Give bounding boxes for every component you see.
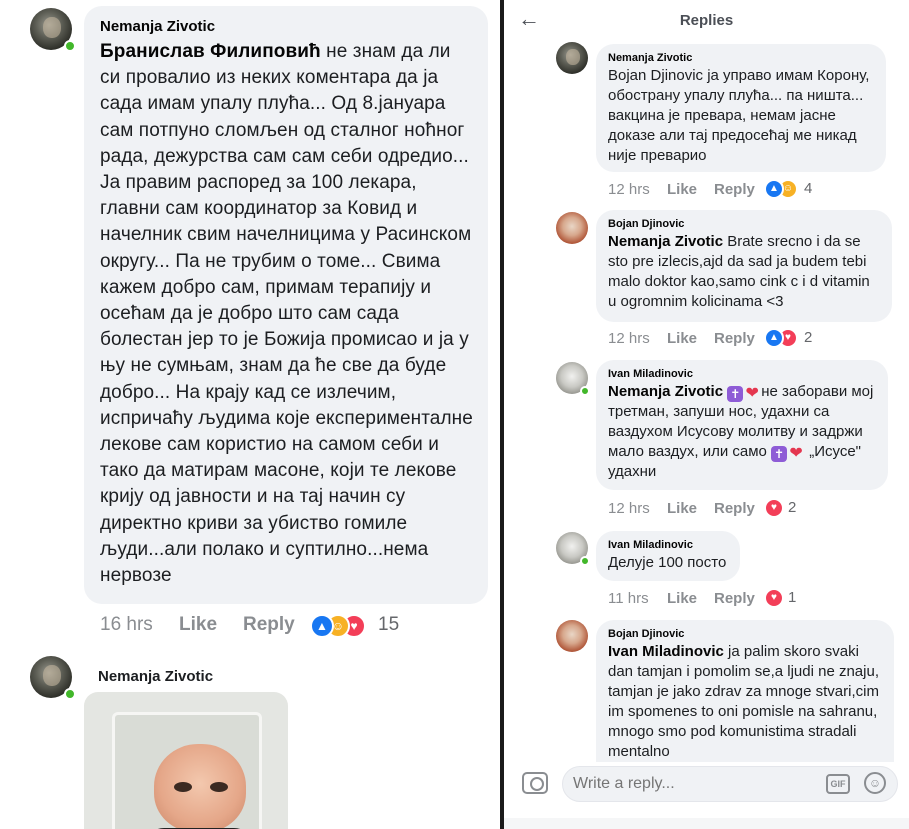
reply-time[interactable]: 12 hrs: [608, 330, 650, 347]
comment-image[interactable]: [84, 692, 288, 829]
tagged-user[interactable]: Ivan Miladinovic: [608, 643, 724, 660]
like-button[interactable]: Like: [667, 500, 697, 517]
reaction-summary[interactable]: ▲ ☺ ♥ 15: [310, 614, 430, 638]
reply-text: Bojan Djinovic ја управо имам Корону, об…: [608, 67, 870, 164]
reply-button[interactable]: Reply: [714, 330, 755, 347]
reply-composer: GIF ☺: [504, 762, 909, 810]
replies-panel: ← Replies Nemanja Zivotic Bojan Djinovic…: [504, 0, 909, 829]
reply-text: Ivan Miladinovic ja palim skoro svaki da…: [608, 642, 882, 762]
page-title: Replies: [679, 12, 734, 29]
reaction-count: 15: [378, 614, 400, 635]
reply-button[interactable]: Reply: [714, 500, 755, 517]
comment-body: не знам да ли си провалио из неких комен…: [100, 41, 473, 587]
like-button[interactable]: Like: [667, 181, 697, 198]
tagged-user[interactable]: Бранислав Филиповић: [100, 41, 321, 62]
reply-text: Nemanja Zivotic Brate srecno i da se sto…: [608, 232, 880, 312]
comment-time[interactable]: 16 hrs: [100, 614, 153, 636]
like-button[interactable]: Like: [179, 614, 217, 636]
reply-button[interactable]: Reply: [243, 614, 295, 636]
avatar[interactable]: [556, 212, 588, 244]
reply-time[interactable]: 11 hrs: [608, 590, 649, 607]
tagged-user[interactable]: Nemanja Zivotic: [608, 383, 723, 400]
reaction-summary[interactable]: ♥ 2: [764, 498, 824, 522]
reply-bubble: Bojan Djinovic Nemanja Zivotic Brate sre…: [596, 210, 892, 322]
eye-shape: [174, 782, 192, 792]
heart-emoji-icon: ❤: [745, 385, 759, 402]
reply-author[interactable]: Bojan Djinovic: [608, 218, 880, 230]
reply-meta: 12 hrs Like Reply: [504, 181, 909, 201]
comment-author[interactable]: Nemanja Zivotic: [100, 18, 474, 35]
reply-bubble: Nemanja Zivotic Bojan Djinovic ја управо…: [596, 44, 886, 172]
online-status-dot: [64, 40, 76, 52]
online-status-dot: [580, 556, 590, 566]
avatar[interactable]: [556, 620, 588, 652]
like-reaction-icon: ▲: [764, 328, 784, 348]
reply-body: ja palim skoro svaki dan tamjan i pomoli…: [608, 643, 879, 760]
reaction-summary[interactable]: ▲ ♥ 2: [764, 328, 834, 352]
like-reaction-icon: ▲: [310, 614, 334, 638]
smile-icon[interactable]: ☺: [864, 772, 886, 794]
avatar[interactable]: [556, 42, 588, 74]
eye-shape: [210, 782, 228, 792]
love-reaction-icon: ♥: [764, 498, 784, 518]
like-button[interactable]: Like: [667, 330, 697, 347]
orthodox-cross-emoji-icon: ✝: [727, 386, 744, 402]
reply-time[interactable]: 12 hrs: [608, 500, 650, 517]
orthodox-cross-emoji-icon: ✝: [771, 446, 788, 462]
comment-bubble: Nemanja Zivotic Бранислав Филиповић не з…: [84, 6, 488, 604]
reply-meta: 12 hrs Like Reply: [504, 330, 909, 350]
reply-meta: 12 hrs Like Reply: [504, 500, 909, 520]
reaction-count: 2: [788, 499, 797, 516]
gif-icon[interactable]: GIF: [826, 774, 850, 794]
replies-header: ← Replies: [504, 0, 909, 40]
reply-author[interactable]: Ivan Miladinovic: [608, 368, 876, 380]
bottom-nav-bar: [504, 818, 909, 829]
reply-author[interactable]: Ivan Miladinovic: [608, 539, 728, 551]
like-button[interactable]: Like: [667, 590, 697, 607]
online-status-dot: [580, 386, 590, 396]
left-comment-panel: Nemanja Zivotic Бранислав Филиповић не з…: [0, 0, 500, 829]
reply-bubble: Ivan Miladinovic Nemanja Zivotic ✝ ❤ не за…: [596, 360, 888, 490]
reply-text: Делује 100 посто: [608, 554, 727, 571]
reply-time[interactable]: 12 hrs: [608, 181, 650, 198]
comment-text: Бранислав Филиповић не знам да ли си про…: [100, 39, 474, 589]
reply-author[interactable]: Nemanja Zivotic: [608, 52, 874, 64]
reply-bubble: Bojan Djinovic Ivan Miladinovic ja palim…: [596, 620, 894, 762]
like-reaction-icon: ▲: [764, 179, 784, 199]
heart-emoji-icon: ❤: [789, 445, 803, 462]
camera-icon[interactable]: [522, 772, 548, 794]
reaction-summary[interactable]: ♥ 1: [764, 588, 824, 612]
reaction-summary[interactable]: ▲ ☺ 4: [764, 179, 834, 203]
reply-text: Nemanja Zivotic ✝ ❤ не заборави мој третма…: [608, 382, 876, 482]
baby-face-image: [154, 744, 246, 829]
reply-author[interactable]: Bojan Djinovic: [608, 628, 882, 640]
reply-bubble: Ivan Miladinovic Делује 100 посто: [596, 531, 740, 581]
reply-button[interactable]: Reply: [714, 590, 755, 607]
reaction-count: 4: [804, 180, 813, 197]
comment-author[interactable]: Nemanja Zivotic: [98, 668, 213, 685]
love-reaction-icon: ♥: [764, 588, 784, 608]
online-status-dot: [64, 688, 76, 700]
reaction-count: 2: [804, 329, 813, 346]
reply-button[interactable]: Reply: [714, 181, 755, 198]
reaction-count: 1: [788, 589, 797, 606]
reply-meta: 11 hrs Like Reply: [504, 590, 909, 610]
tagged-user[interactable]: Nemanja Zivotic: [608, 233, 723, 250]
